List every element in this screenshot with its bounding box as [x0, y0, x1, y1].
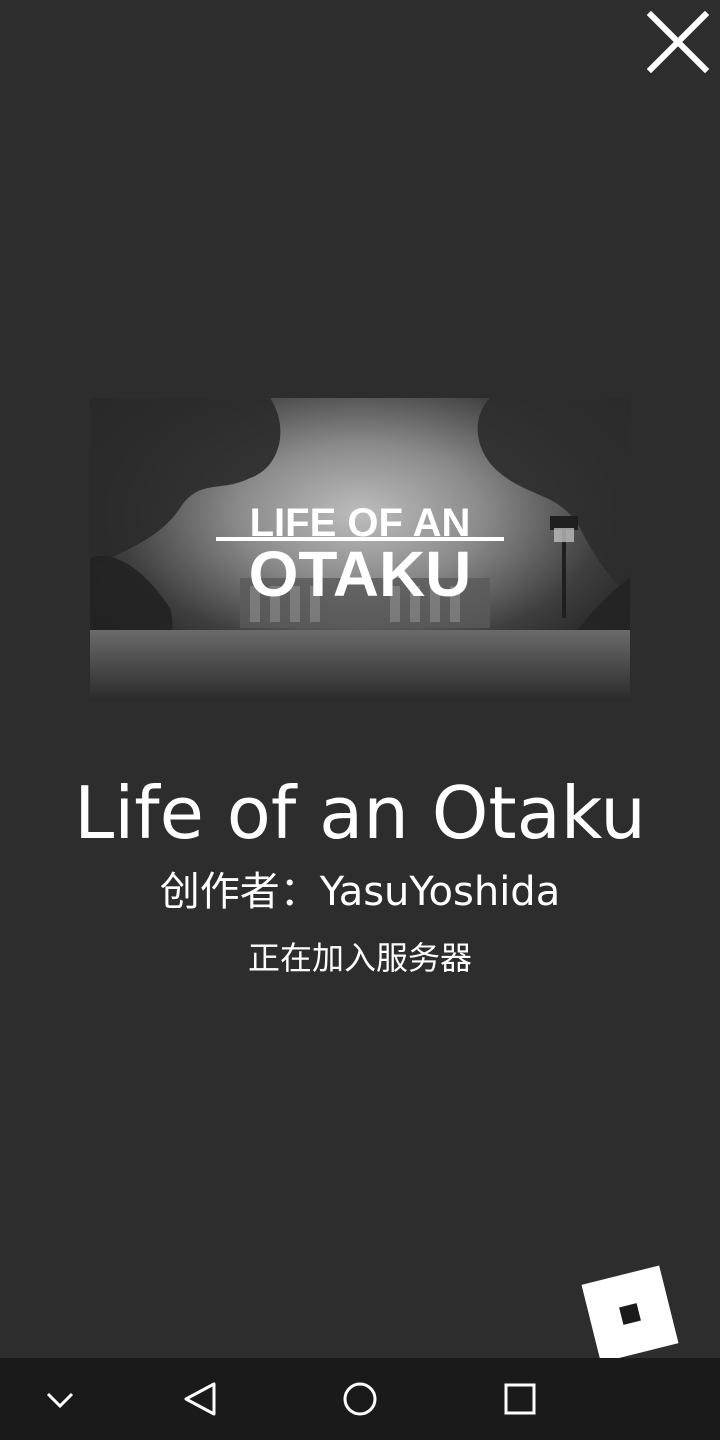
nav-back-button[interactable]: [160, 1358, 240, 1440]
back-triangle-icon: [184, 1382, 216, 1416]
close-button[interactable]: [640, 4, 716, 80]
recents-square-icon: [504, 1383, 536, 1415]
system-nav-bar: [0, 1358, 720, 1440]
thumbnail-logo-line2: OTAKU: [249, 538, 472, 610]
creator-label: 创作者：YasuYoshida: [159, 869, 561, 915]
roblox-logo: [580, 1264, 680, 1364]
roblox-logo-icon: [581, 1265, 679, 1363]
close-icon: [646, 10, 710, 74]
nav-recents-button[interactable]: [480, 1358, 560, 1440]
game-title: Life of an Otaku: [74, 771, 646, 855]
chevron-down-icon: [46, 1392, 74, 1409]
nav-home-button[interactable]: [320, 1358, 400, 1440]
game-thumbnail: LIFE OF AN OTAKU: [90, 398, 630, 702]
home-circle-icon: [343, 1382, 377, 1416]
nav-collapse-button[interactable]: [20, 1358, 100, 1440]
status-text: 正在加入服务器: [247, 939, 472, 977]
